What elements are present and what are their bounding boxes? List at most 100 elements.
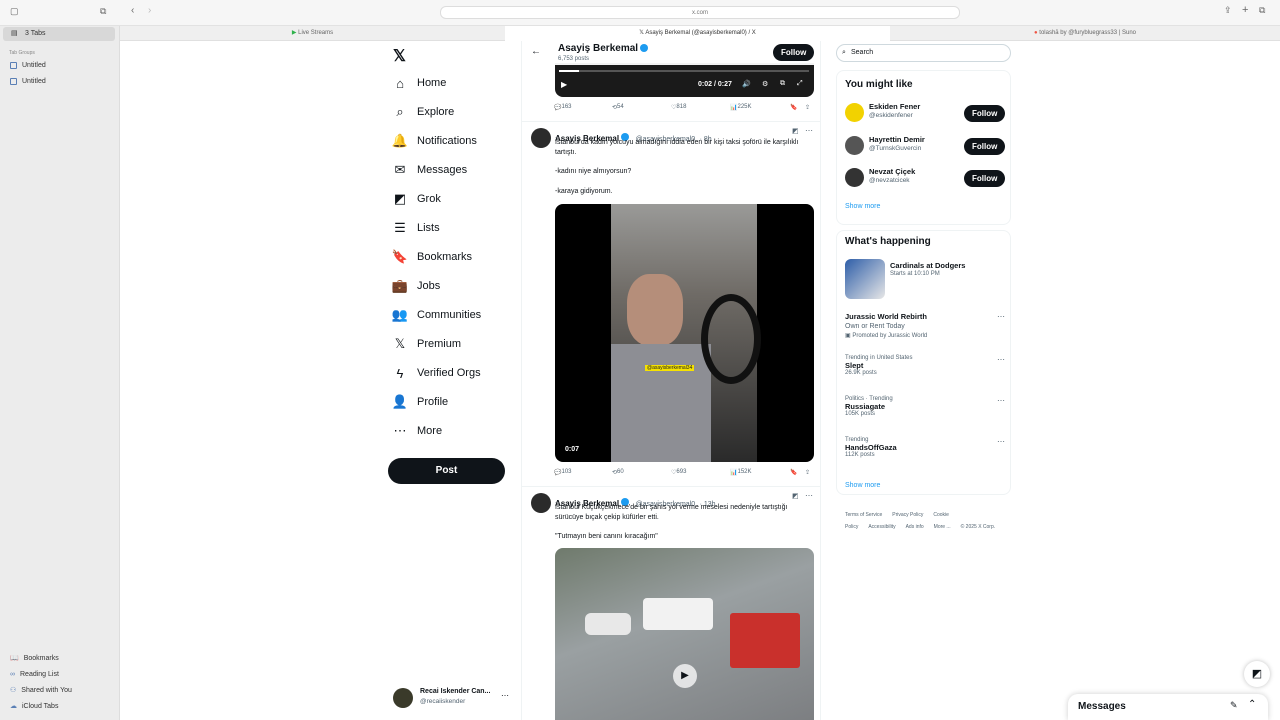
show-more-link[interactable]: Show more bbox=[845, 203, 880, 210]
more-dots-icon[interactable]: ⋯ bbox=[997, 396, 1005, 405]
event-thumbnail[interactable] bbox=[845, 259, 885, 299]
bookmark-icon[interactable]: 🔖 bbox=[790, 104, 797, 111]
tab-live-streams[interactable]: ▶ Live Streams bbox=[120, 26, 505, 41]
more-dots-icon[interactable]: ⋯ bbox=[805, 126, 813, 135]
footer-link[interactable]: Terms of Service bbox=[845, 512, 882, 518]
share-icon[interactable]: ⇪ bbox=[1224, 5, 1232, 16]
x-logo-icon[interactable]: 𝕏 bbox=[393, 46, 406, 66]
sidebar-toggle-icon[interactable]: ▢ bbox=[10, 6, 19, 17]
nav-item-explore[interactable]: ⌕ Explore bbox=[392, 100, 454, 124]
reply-button[interactable]: 💬 163 bbox=[554, 104, 572, 111]
tab-group-untitled[interactable]: Untitled bbox=[10, 75, 46, 88]
tab-overview-icon[interactable]: ⧉ bbox=[100, 6, 106, 17]
suggestion-row[interactable]: Nevzat Çiçek @nevzatcicek Follow bbox=[845, 166, 1006, 190]
tab-suno[interactable]: ● tolashā by @furybluegrass33 | Suno bbox=[890, 26, 1280, 41]
video-progress-track[interactable] bbox=[559, 70, 809, 72]
compose-message-icon[interactable]: ✎ bbox=[1230, 700, 1238, 711]
bookmark-icon[interactable]: 🔖 bbox=[790, 469, 797, 476]
trend-item[interactable]: Trending in United States Slept 26.9K post… bbox=[845, 355, 1005, 376]
avatar bbox=[845, 103, 864, 122]
tab-asayis-berkemal[interactable]: 𝕏 Asayiş Berkemal (@asayisberkemal0) / X bbox=[505, 26, 890, 41]
video-player[interactable]: ▶ 0:02 / 0:27 🔊 ⚙ ⧉ ⤢ bbox=[555, 63, 814, 97]
tab-count-row[interactable]: ▤ 3 Tabs bbox=[3, 27, 115, 41]
trend-item[interactable]: Politics · Trending Russiagate 105K posts ⋯ bbox=[845, 396, 1005, 417]
nav-item-verified-orgs[interactable]: ϟ Verified Orgs bbox=[392, 361, 481, 385]
new-tab-icon[interactable]: + bbox=[1242, 4, 1248, 16]
suggestion-row[interactable]: Eskiden Fener @eskidenfener Follow bbox=[845, 101, 1006, 125]
repost-button[interactable]: ⟲ 60 bbox=[612, 469, 624, 476]
chevron-up-icon[interactable]: ⌃ bbox=[1248, 699, 1256, 710]
share-icon[interactable]: ⇪ bbox=[805, 104, 810, 111]
account-switcher[interactable]: Recai Iskender Can... @recaiiskender ⋯ bbox=[393, 688, 513, 710]
show-more-link[interactable]: Show more bbox=[845, 482, 880, 489]
tab-group-untitled[interactable]: Untitled bbox=[10, 59, 46, 72]
sidebar-shared-with-you[interactable]: ⚇ Shared with You bbox=[10, 684, 72, 697]
nav-item-home[interactable]: ⌂ Home bbox=[392, 71, 446, 95]
premium-icon: 𝕏 bbox=[394, 336, 406, 351]
tweet[interactable]: Asayiş Berkemal @asayisberkemal0 · 13h ◩… bbox=[522, 487, 820, 720]
lists-icon: ☰ bbox=[394, 220, 406, 235]
repost-button[interactable]: ⟲ 54 bbox=[612, 104, 624, 111]
post-button[interactable]: Post bbox=[388, 458, 505, 484]
more-dots-icon[interactable]: ⋯ bbox=[805, 491, 813, 500]
footer-link[interactable]: Accessibility bbox=[868, 524, 895, 530]
tweet[interactable]: Asayiş Berkemal @asayisberkemal0 · 8h ◩ … bbox=[522, 122, 820, 487]
follow-button[interactable]: Follow bbox=[964, 170, 1006, 187]
nav-item-jobs[interactable]: 💼 Jobs bbox=[392, 274, 440, 298]
sidebar-reading-list[interactable]: ∞ Reading List bbox=[10, 668, 59, 681]
play-icon[interactable]: ▶ bbox=[561, 80, 567, 89]
follow-button[interactable]: Follow bbox=[964, 105, 1006, 122]
more-dots-icon[interactable]: ⋯ bbox=[997, 312, 1005, 321]
grok-icon[interactable]: ◩ bbox=[792, 492, 799, 500]
search-input[interactable]: ⌕ Search bbox=[836, 44, 1011, 62]
trend-item[interactable]: Trending HandsOffGaza 112K posts ⋯ bbox=[845, 437, 1005, 458]
tweet-video[interactable]: ▶ bbox=[555, 548, 814, 720]
sidebar-bookmarks[interactable]: 📖 Bookmarks bbox=[10, 652, 59, 665]
nav-item-bookmarks[interactable]: 🔖 Bookmarks bbox=[392, 245, 472, 269]
suggestion-row[interactable]: Hayrettin Demir @TurnskGuvercin Follow bbox=[845, 134, 1006, 158]
nav-item-profile[interactable]: 👤 Profile bbox=[392, 390, 448, 414]
grok-floating-button[interactable]: ◩ bbox=[1244, 661, 1270, 687]
nav-item-communities[interactable]: 👥 Communities bbox=[392, 303, 481, 327]
footer-link[interactable]: More ... bbox=[934, 524, 951, 530]
nav-item-messages[interactable]: ✉ Messages bbox=[392, 158, 468, 182]
messages-drawer[interactable]: Messages ✎ ⌃ bbox=[1068, 694, 1268, 720]
footer-link[interactable]: Privacy Policy bbox=[892, 512, 923, 518]
views-button[interactable]: 📊 152K bbox=[730, 469, 752, 476]
grok-icon[interactable]: ◩ bbox=[792, 127, 799, 135]
footer-link[interactable]: Ads info bbox=[906, 524, 924, 530]
fullscreen-icon[interactable]: ⤢ bbox=[797, 80, 803, 88]
pip-icon[interactable]: ⧉ bbox=[780, 80, 785, 88]
back-arrow-icon[interactable]: ← bbox=[531, 46, 541, 57]
forward-icon[interactable]: › bbox=[148, 5, 151, 16]
sidebar-icloud-tabs[interactable]: ☁ iCloud Tabs bbox=[10, 700, 58, 713]
follow-button[interactable]: Follow bbox=[773, 44, 815, 61]
grok-icon: ◩ bbox=[1251, 668, 1263, 680]
nav-item-notifications[interactable]: 🔔 Notifications bbox=[392, 129, 477, 153]
back-icon[interactable]: ‹ bbox=[131, 5, 134, 16]
volume-icon[interactable]: 🔊 bbox=[742, 80, 751, 88]
avatar bbox=[845, 136, 864, 155]
share-icon[interactable]: ⇪ bbox=[805, 469, 810, 476]
nav-item-grok[interactable]: ◩ Grok bbox=[392, 187, 441, 211]
settings-icon[interactable]: ⚙ bbox=[762, 80, 768, 88]
nav-item-more[interactable]: ⋯ More bbox=[392, 419, 443, 443]
like-button[interactable]: ♡ 818 bbox=[671, 104, 686, 111]
more-dots-icon[interactable]: ⋯ bbox=[997, 355, 1005, 364]
play-icon[interactable]: ▶ bbox=[673, 664, 697, 688]
follow-button[interactable]: Follow bbox=[964, 138, 1006, 155]
promoted-trend[interactable]: Jurassic World Rebirth Own or Rent Today… bbox=[845, 312, 1005, 339]
nav-item-premium[interactable]: 𝕏 Premium bbox=[392, 332, 461, 356]
you-might-like-heading: You might like bbox=[845, 79, 913, 90]
nav-item-lists[interactable]: ☰ Lists bbox=[392, 216, 439, 240]
repost-count: 60 bbox=[617, 469, 624, 475]
tabs-icon[interactable]: ⧉ bbox=[1259, 5, 1265, 16]
tweet-video[interactable]: @asayisberkemal34 0:07 bbox=[555, 204, 814, 462]
event-name[interactable]: Cardinals at Dodgers bbox=[890, 261, 965, 270]
more-dots-icon[interactable]: ⋯ bbox=[997, 437, 1005, 446]
views-button[interactable]: 📊 225K bbox=[730, 104, 752, 111]
address-bar[interactable]: x.com bbox=[440, 6, 960, 19]
like-button[interactable]: ♡ 693 bbox=[671, 469, 686, 476]
footer-link[interactable]: © 2025 X Corp. bbox=[961, 524, 996, 530]
reply-button[interactable]: 💬 103 bbox=[554, 469, 572, 476]
